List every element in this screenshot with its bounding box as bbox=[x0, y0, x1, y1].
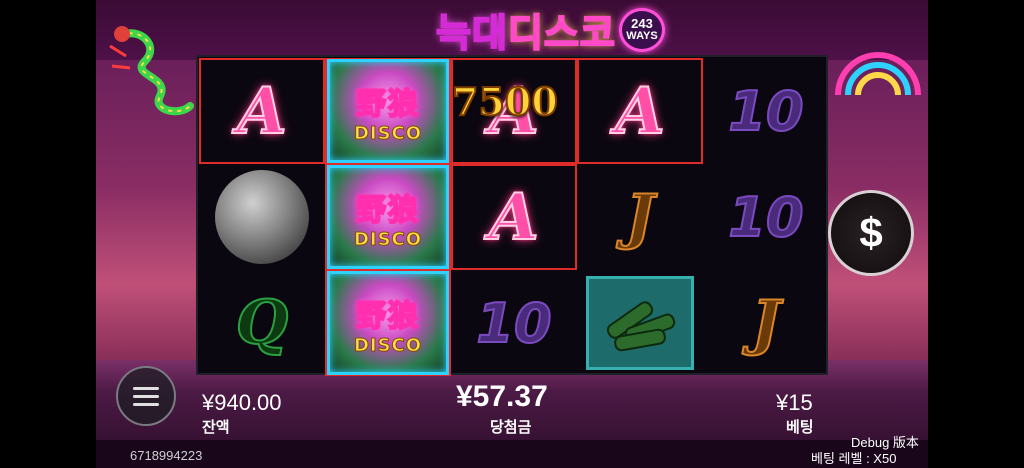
symbol-ten: 10 bbox=[475, 291, 552, 356]
symbol-letter-j: J bbox=[751, 287, 781, 359]
bottles-icon bbox=[586, 276, 694, 370]
dollar-icon: $ bbox=[859, 209, 883, 256]
reel-5-symbol-1: 10 bbox=[703, 58, 829, 164]
win-amount-overlay: 7500 bbox=[451, 78, 559, 125]
menu-button[interactable] bbox=[116, 366, 176, 426]
symbol-letter-a: A bbox=[236, 73, 288, 150]
ways-badge: 243 WAYS bbox=[619, 8, 665, 52]
disco-ball-icon bbox=[215, 170, 309, 264]
win-label: 당첨금 bbox=[490, 419, 532, 436]
rainbow-neon-sign bbox=[835, 52, 921, 96]
wild-symbol-subtitle: DISCO bbox=[353, 228, 423, 250]
wild-symbol: 野狼 DISCO bbox=[327, 59, 449, 163]
spin-button[interactable]: $ bbox=[828, 190, 914, 276]
wild-symbol: 野狼 DISCO bbox=[327, 271, 449, 375]
symbol-ten: 10 bbox=[727, 79, 804, 144]
wild-symbol-title: 野狼 bbox=[355, 298, 420, 335]
balance-label: 잔액 bbox=[202, 419, 230, 436]
dragon-neon-sign bbox=[109, 26, 194, 116]
ways-number: 243 bbox=[631, 16, 653, 31]
win-value: ¥57.37 bbox=[456, 380, 548, 413]
wild-symbol: 野狼 DISCO bbox=[327, 165, 449, 269]
bet-level-label: 베팅 레벨 : X50 bbox=[811, 451, 897, 466]
reel-5-symbol-3: J bbox=[703, 270, 829, 376]
reel-1-symbol-2 bbox=[199, 164, 325, 270]
reel-5-symbol-2: 10 bbox=[703, 164, 829, 270]
title-part1: 늑대 bbox=[435, 10, 509, 56]
bottom-bar bbox=[96, 440, 928, 468]
symbol-letter-a: A bbox=[488, 179, 540, 256]
menu-icon bbox=[133, 382, 159, 411]
reel-3-symbol-2: A bbox=[451, 164, 577, 270]
reel-1-symbol-1: A bbox=[199, 58, 325, 164]
reel-2-symbol-1: 野狼 DISCO bbox=[325, 58, 451, 164]
reel-3-symbol-3: 10 bbox=[451, 270, 577, 376]
wild-symbol-subtitle: DISCO bbox=[353, 122, 423, 144]
title-part2: 디스코 bbox=[507, 10, 616, 56]
symbol-letter-a: A bbox=[614, 73, 666, 150]
reel-1-symbol-3: Q bbox=[199, 270, 325, 376]
symbol-ten: 10 bbox=[727, 185, 804, 250]
game-title: 늑대디스코 bbox=[396, 2, 656, 56]
reel-2-symbol-3: 野狼 DISCO bbox=[325, 270, 451, 376]
wild-symbol-title: 野狼 bbox=[355, 86, 420, 123]
balance-value: ¥940.00 bbox=[202, 390, 282, 415]
wild-symbol-title: 野狼 bbox=[355, 192, 420, 229]
wild-symbol-subtitle: DISCO bbox=[353, 334, 423, 356]
symbol-letter-q: Q bbox=[235, 287, 289, 359]
reel-4-symbol-3 bbox=[577, 270, 703, 376]
bet-label: 베팅 bbox=[786, 419, 814, 436]
symbol-letter-j: J bbox=[625, 181, 655, 253]
bet-value: ¥15 bbox=[776, 390, 813, 415]
reel-2-symbol-2: 野狼 DISCO bbox=[325, 164, 451, 270]
ways-label: WAYS bbox=[626, 30, 658, 42]
session-id: 6718994223 bbox=[130, 448, 203, 463]
reel-4-symbol-2: J bbox=[577, 164, 703, 270]
reel-4-symbol-1: A bbox=[577, 58, 703, 164]
game-stage: 늑대디스코 243 WAYS A Q 野狼 DISCO 野狼 DISCO 野狼 DISCO A A… bbox=[96, 0, 928, 468]
